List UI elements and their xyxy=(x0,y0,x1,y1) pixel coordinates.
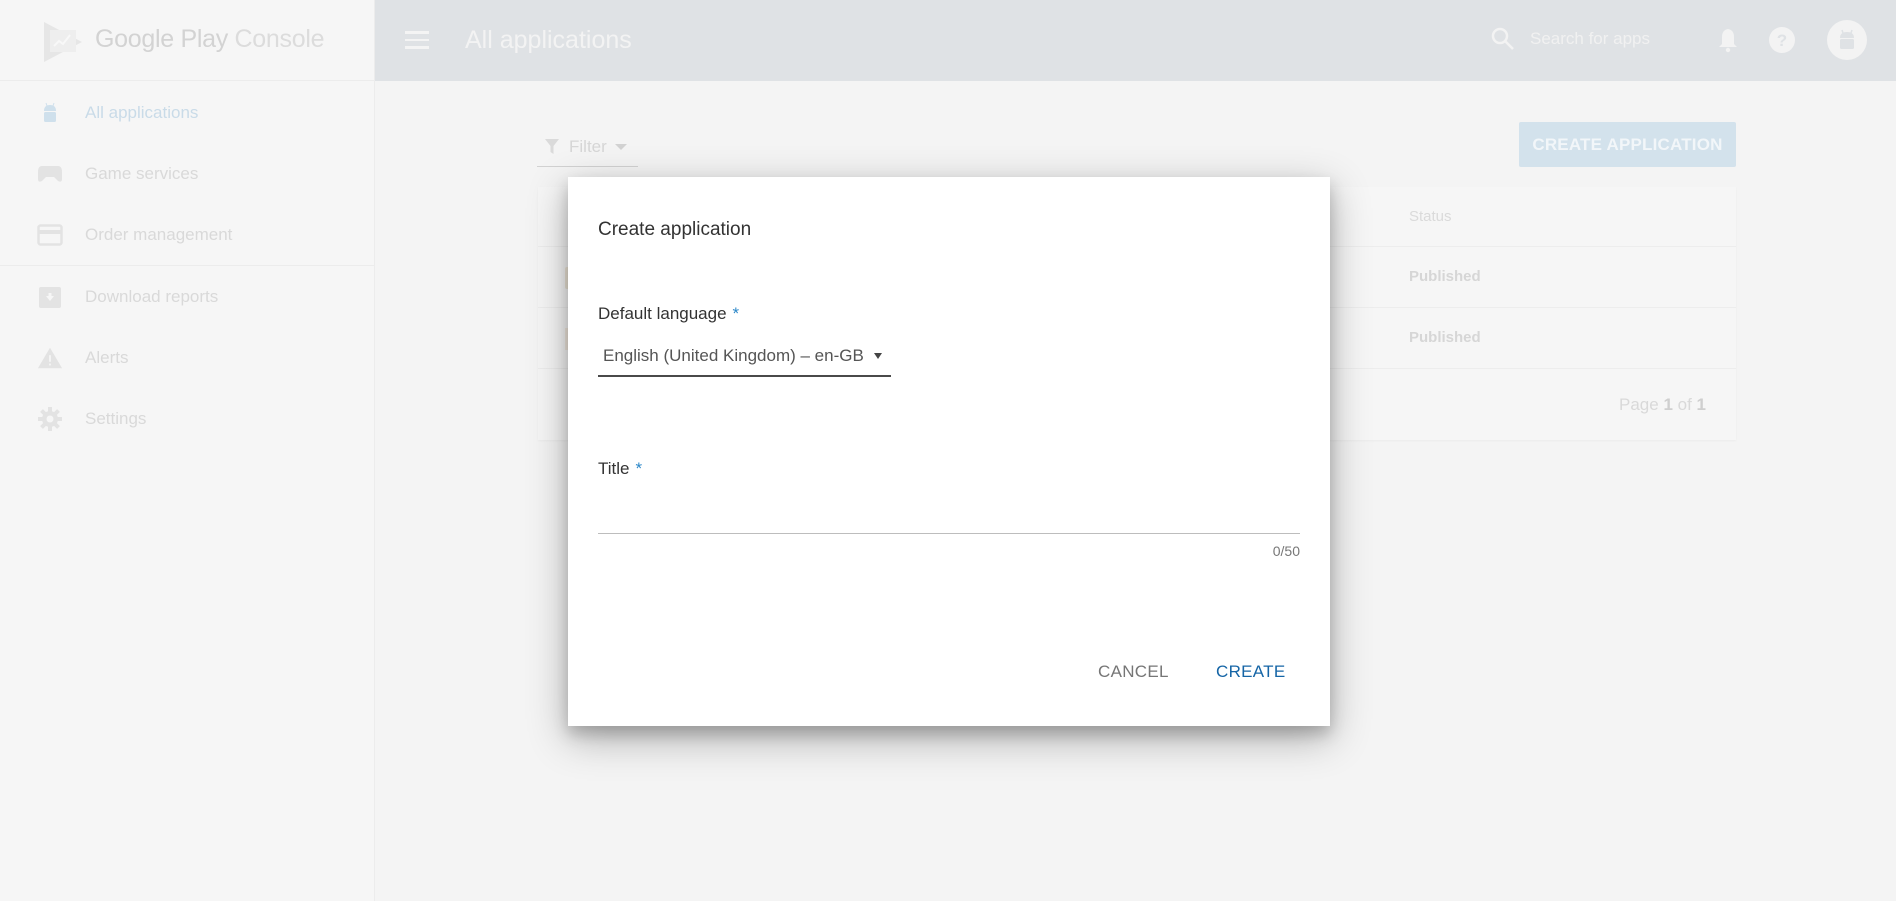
dropdown-arrow-icon xyxy=(873,353,882,359)
default-language-select[interactable]: English (United Kingdom) – en-GB xyxy=(598,337,891,377)
create-button[interactable]: CREATE xyxy=(1216,662,1286,682)
required-indicator: * xyxy=(732,304,740,323)
title-input[interactable] xyxy=(598,497,1300,534)
dialog-title: Create application xyxy=(598,219,752,240)
title-label: Title * xyxy=(598,459,643,478)
required-indicator: * xyxy=(635,459,643,478)
selected-language: English (United Kingdom) – en-GB xyxy=(603,346,864,365)
create-application-dialog: Create application Default language * Eng… xyxy=(568,177,1330,726)
cancel-button[interactable]: CANCEL xyxy=(1098,662,1169,682)
default-language-label: Default language * xyxy=(598,304,740,323)
title-character-counter: 0/50 xyxy=(1272,543,1300,559)
